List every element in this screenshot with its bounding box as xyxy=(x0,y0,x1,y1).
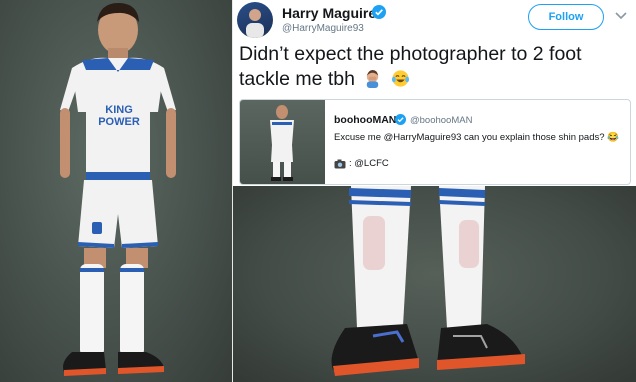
socks-closeup xyxy=(331,186,525,376)
player-figure xyxy=(60,2,176,376)
verified-icon xyxy=(372,5,386,19)
verified-icon xyxy=(395,114,406,125)
photo-credit-text: : @LCFC xyxy=(349,158,389,169)
photo-credit: : @LCFC xyxy=(334,158,389,169)
follow-button[interactable]: Follow xyxy=(528,4,604,30)
tweet-card: Harry Maguire @HarryMaguire93 Follow Did… xyxy=(233,0,636,186)
chevron-down-icon[interactable] xyxy=(615,11,627,21)
camera-icon xyxy=(334,159,346,168)
quoted-tweet-text: Excuse me @HarryMaguire93 can you explai… xyxy=(334,132,619,143)
tweet-author-handle[interactable]: @HarryMaguire93 xyxy=(282,23,364,34)
shin-pads-closeup-photo xyxy=(233,186,636,382)
right-column: Harry Maguire @HarryMaguire93 Follow Did… xyxy=(233,0,636,382)
quoted-author-name[interactable]: boohooMAN xyxy=(334,114,396,126)
shirt-sponsor-text: KING POWER xyxy=(98,104,140,128)
tweet-body: Didn’t expect the photographer to 2 foot… xyxy=(239,43,582,90)
avatar[interactable] xyxy=(237,2,273,38)
tweet-author-name[interactable]: Harry Maguire xyxy=(282,5,376,21)
quoted-author-handle[interactable]: @boohooMAN xyxy=(410,115,472,126)
tweet-text: Didn’t expect the photographer to 2 foot… xyxy=(239,42,631,92)
player-photo: KING POWER xyxy=(0,0,232,382)
tears-of-joy-emoji xyxy=(391,70,409,87)
quoted-tweet-image[interactable] xyxy=(240,100,325,184)
man-facepalming-emoji xyxy=(367,69,379,88)
quoted-tweet[interactable]: boohooMAN @boohooMAN Excuse me @HarryMag… xyxy=(239,99,631,185)
